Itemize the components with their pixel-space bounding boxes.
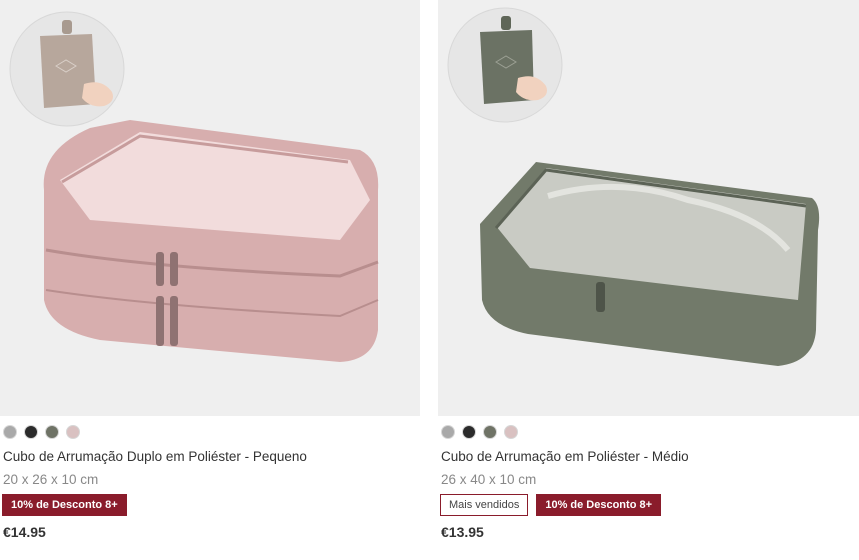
product-dimensions: 20 x 26 x 10 cm xyxy=(3,472,99,487)
product-price: €13.95 xyxy=(441,524,484,540)
pink-swatch[interactable] xyxy=(66,425,80,439)
product-card-2[interactable]: Cubo de Arrumação em Poliéster - Médio 2… xyxy=(438,0,859,540)
grey-swatch[interactable] xyxy=(3,425,17,439)
black-swatch[interactable] xyxy=(24,425,38,439)
discount-badge: 10% de Desconto 8+ xyxy=(536,494,662,516)
bestseller-badge: Mais vendidos xyxy=(440,494,529,516)
color-swatches xyxy=(3,425,420,439)
khaki-swatch[interactable] xyxy=(45,425,59,439)
product-card-1[interactable]: Cubo de Arrumação Duplo em Poliéster - P… xyxy=(0,0,420,540)
color-swatches xyxy=(441,425,859,439)
product-image[interactable] xyxy=(438,0,859,416)
khaki-swatch[interactable] xyxy=(483,425,497,439)
black-swatch[interactable] xyxy=(462,425,476,439)
product-title[interactable]: Cubo de Arrumação em Poliéster - Médio xyxy=(441,449,859,464)
badge-row: 10% de Desconto 8+ xyxy=(2,494,420,516)
product-title[interactable]: Cubo de Arrumação Duplo em Poliéster - P… xyxy=(3,449,420,464)
product-grid: Cubo de Arrumação Duplo em Poliéster - P… xyxy=(0,0,859,560)
badge-row: Mais vendidos 10% de Desconto 8+ xyxy=(440,494,859,516)
discount-badge: 10% de Desconto 8+ xyxy=(2,494,127,516)
grey-swatch[interactable] xyxy=(441,425,455,439)
product-image[interactable] xyxy=(0,0,420,416)
pink-swatch[interactable] xyxy=(504,425,518,439)
product-price: €14.95 xyxy=(3,524,46,540)
product-dimensions: 26 x 40 x 10 cm xyxy=(441,472,537,487)
